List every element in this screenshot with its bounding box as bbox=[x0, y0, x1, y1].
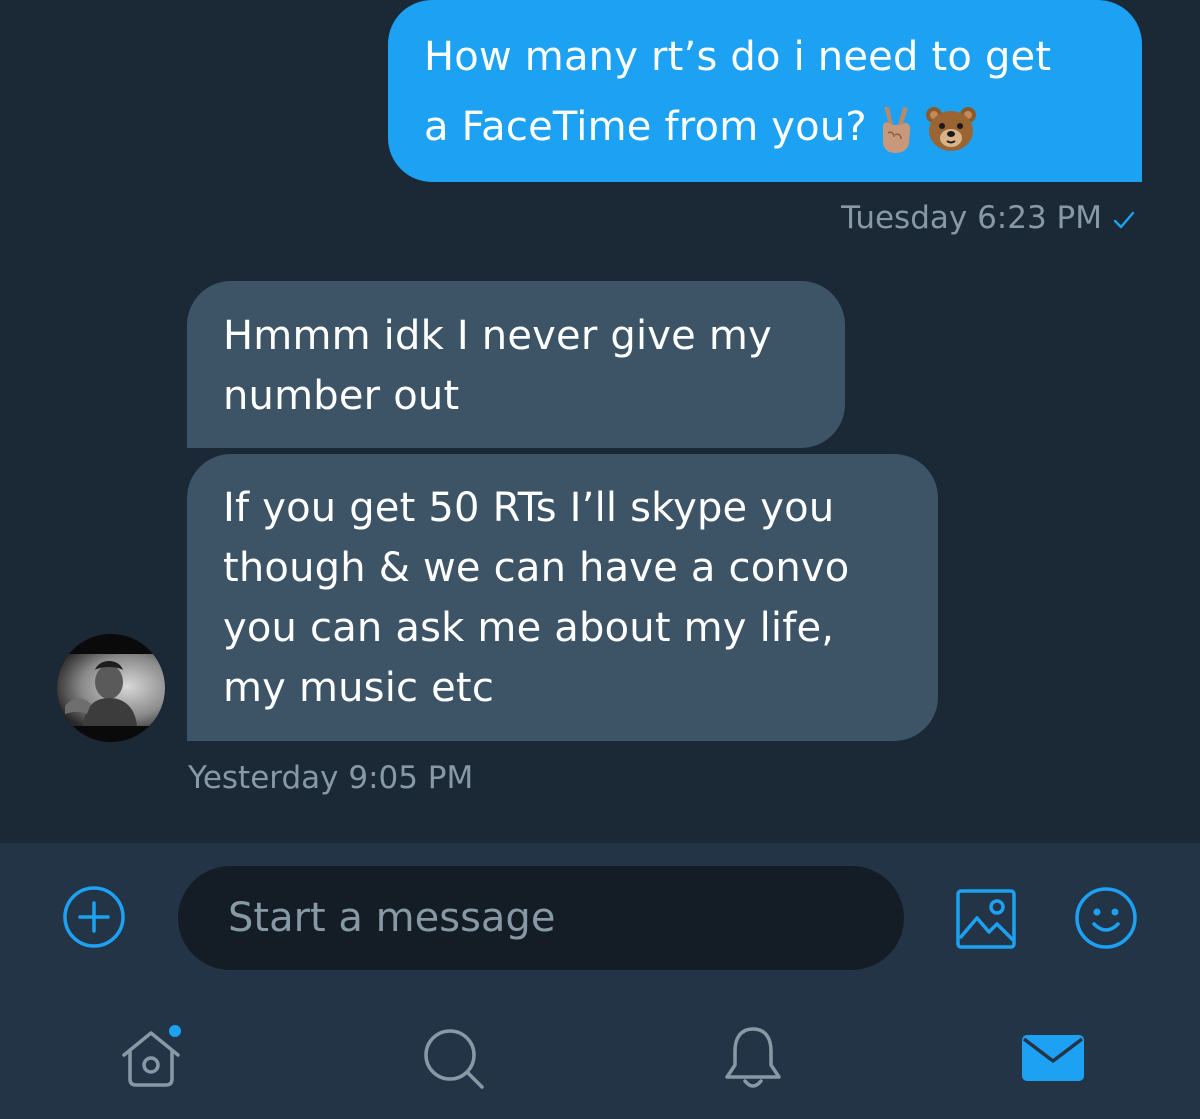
sent-message-bubble[interactable]: How many rt’s do i need to get a FaceTim… bbox=[388, 0, 1142, 182]
message-line: number out bbox=[223, 373, 460, 419]
tab-home[interactable] bbox=[116, 1023, 186, 1093]
search-icon bbox=[424, 1029, 484, 1089]
tab-notifications[interactable] bbox=[718, 1023, 788, 1093]
message-line: you can ask me about my life, bbox=[223, 605, 835, 651]
message-thread: How many rt’s do i need to get a FaceTim… bbox=[0, 0, 1200, 843]
message-line: a FaceTime from you? bbox=[424, 92, 1106, 162]
received-message-bubble[interactable]: If you get 50 RTs I’ll skype you though … bbox=[187, 454, 938, 741]
message-line: though & we can have a convo bbox=[223, 545, 850, 591]
add-circle-icon[interactable] bbox=[62, 885, 126, 949]
message-line: Hmmm idk I never give my bbox=[223, 313, 772, 359]
image-icon[interactable] bbox=[955, 888, 1017, 950]
received-message-timestamp: Yesterday 9:05 PM bbox=[188, 760, 474, 796]
bottom-tab-bar bbox=[0, 993, 1200, 1119]
tab-search[interactable] bbox=[418, 1023, 488, 1093]
tab-messages[interactable] bbox=[1018, 1023, 1088, 1093]
message-line: my music etc bbox=[223, 665, 495, 711]
checkmark-icon bbox=[1112, 208, 1136, 232]
bear-face-emoji bbox=[925, 106, 977, 152]
messages-icon bbox=[1022, 1035, 1084, 1081]
notifications-icon bbox=[725, 1027, 781, 1088]
timestamp-text: Tuesday 6:23 PM bbox=[841, 200, 1102, 236]
message-input-container[interactable] bbox=[178, 866, 904, 970]
message-line: If you get 50 RTs I’ll skype you bbox=[223, 485, 835, 531]
message-line: How many rt’s do i need to get bbox=[424, 34, 1052, 80]
message-line-text: a FaceTime from you? bbox=[424, 104, 867, 150]
sent-message-timestamp: Tuesday 6:23 PM bbox=[841, 198, 1136, 238]
message-input[interactable] bbox=[228, 866, 868, 970]
sender-avatar[interactable] bbox=[57, 634, 165, 742]
received-message-bubble[interactable]: Hmmm idk I never give my number out bbox=[187, 281, 845, 448]
smiley-icon[interactable] bbox=[1074, 886, 1138, 950]
message-composer bbox=[0, 843, 1200, 993]
dm-conversation-screen: How many rt’s do i need to get a FaceTim… bbox=[0, 0, 1200, 1119]
home-icon bbox=[122, 1023, 183, 1087]
victory-hand-emoji bbox=[875, 103, 917, 155]
